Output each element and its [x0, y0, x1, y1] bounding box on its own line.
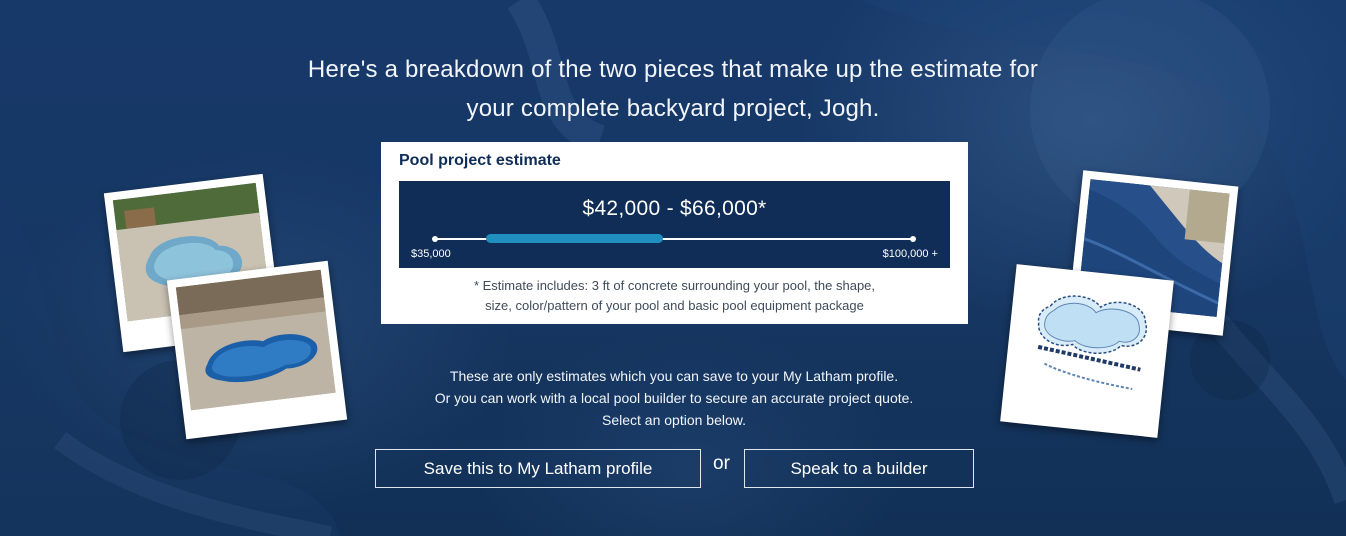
headline: Here's a breakdown of the two pieces tha… [223, 50, 1123, 128]
info-line-3: Select an option below. [602, 412, 746, 428]
pool-photo-patio-image [175, 269, 336, 411]
info-line-1: These are only estimates which you can s… [449, 368, 899, 384]
info-line-2: Or you can work with a local pool builde… [434, 390, 914, 406]
headline-line-1: Here's a breakdown of the two pieces tha… [307, 56, 1039, 83]
disclaimer-line-1: * Estimate includes: 3 ft of concrete su… [473, 278, 876, 293]
disclaimer-line-2: size, color/pattern of your pool and bas… [485, 298, 864, 313]
estimate-range-box: $42,000 - $66,000* $35,000 $100,000 + [399, 181, 950, 268]
pool-shape-diagram-image [1008, 272, 1166, 430]
headline-line-2: your complete backyard project, Jogh. [466, 95, 880, 122]
info-text: These are only estimates which you can s… [373, 365, 975, 431]
estimate-range-track [432, 234, 916, 243]
speak-to-builder-button[interactable]: Speak to a builder [744, 449, 974, 488]
estimate-range-value: $42,000 - $66,000* [582, 197, 767, 220]
track-end-dot [910, 236, 916, 242]
pool-estimate-card: Pool project estimate $42,000 - $66,000*… [381, 142, 968, 324]
estimate-range-fill [486, 234, 663, 243]
range-min-label: $35,000 [411, 248, 451, 260]
or-separator: or [713, 453, 730, 474]
card-title: Pool project estimate [399, 152, 561, 169]
pool-shape-diagram [1000, 264, 1174, 438]
track-start-dot [432, 236, 438, 242]
save-to-profile-button[interactable]: Save this to My Latham profile [375, 449, 701, 488]
pool-photo-patio [166, 260, 348, 440]
range-max-label: $100,000 + [882, 248, 938, 260]
estimate-disclaimer: * Estimate includes: 3 ft of concrete su… [401, 276, 948, 316]
